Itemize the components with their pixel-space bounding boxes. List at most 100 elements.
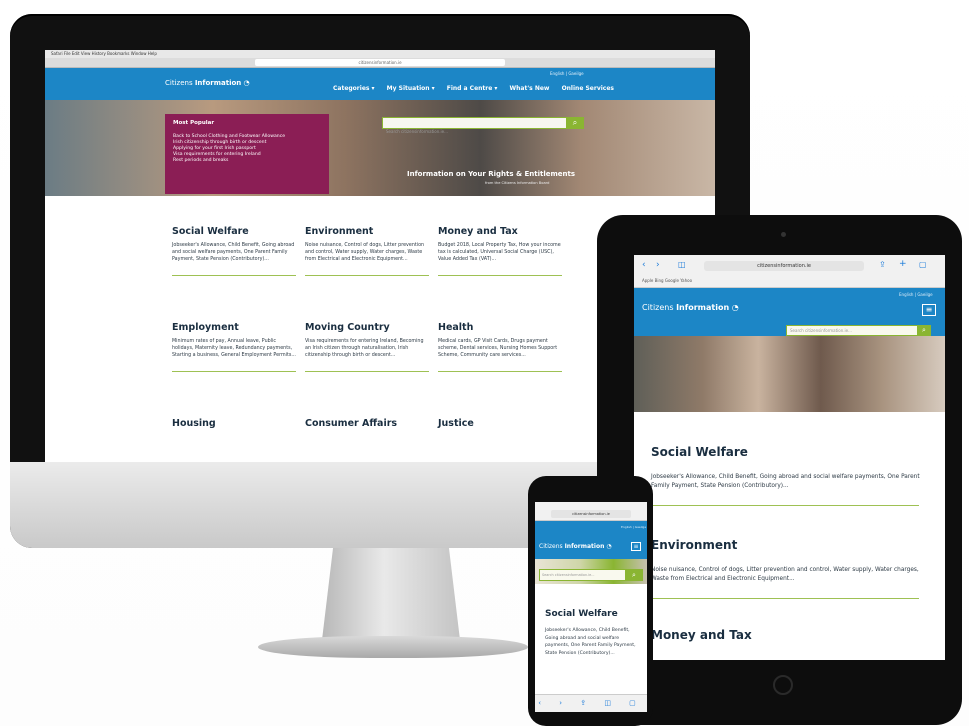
nav-categories[interactable]: Categories ▾ — [333, 85, 375, 92]
bookmarks-icon[interactable]: ◫ — [678, 260, 686, 269]
hero-banner — [45, 100, 715, 196]
category-divider — [172, 275, 296, 277]
category-card[interactable]: Money and Tax Budget 2018, Local Propert… — [438, 226, 562, 277]
address-bar[interactable]: citizensinformation.ie — [704, 261, 864, 271]
back-icon[interactable]: ‹ — [642, 260, 646, 270]
category-title: Money and Tax — [438, 226, 518, 237]
tablet-screen: ‹ › ◫ citizensinformation.ie ⇪ + ▢ Apple… — [634, 255, 945, 660]
menu-icon[interactable]: ≡ — [922, 304, 936, 316]
category-divider — [651, 505, 919, 506]
new-tab-icon[interactable]: + — [899, 259, 907, 269]
nav-my-situation[interactable]: My Situation ▾ — [387, 85, 435, 92]
category-card[interactable]: Environment Noise nuisance, Control of d… — [305, 226, 429, 277]
search-icon: ⌕ — [632, 571, 636, 579]
category-summary: Noise nuisance, Control of dogs, Litter … — [651, 567, 919, 582]
favorites-bar[interactable]: Apple Bing Google Yahoo — [642, 278, 692, 283]
site-logo[interactable]: Citizens Information ◔ — [165, 79, 250, 87]
site-logo[interactable]: Citizens Information ◔ — [539, 543, 612, 550]
nav-find-a-centre[interactable]: Find a Centre ▾ — [447, 85, 498, 92]
mac-menubar: Safari File Edit View History Bookmarks … — [45, 50, 715, 58]
category-card[interactable]: Moving Country Visa requirements for ent… — [305, 322, 429, 373]
category-title: Social Welfare — [545, 609, 618, 619]
category-summary: Jobseeker's Allowance, Child Benefit, Go… — [651, 474, 920, 489]
search-button[interactable]: ⌕ — [917, 325, 931, 336]
category-card[interactable]: Social Welfare Jobseeker's Allowance, Ch… — [545, 609, 641, 657]
category-card[interactable]: Social Welfare Jobseeker's Allowance, Ch… — [651, 445, 931, 506]
category-card[interactable]: Housing — [172, 418, 296, 435]
category-card[interactable]: Justice — [438, 418, 562, 435]
hero-tagline: Information on Your Rights & Entitlement… — [407, 170, 576, 178]
category-title: Consumer Affairs — [305, 418, 398, 429]
category-card[interactable]: Social Welfare Jobseeker's Allowance, Ch… — [172, 226, 296, 277]
category-title: Health — [438, 322, 474, 333]
logo-ring-icon: ◔ — [731, 303, 739, 312]
category-summary: Medical cards, GP Visit Cards, Drugs pay… — [438, 339, 558, 358]
logo-ring-icon: ◔ — [606, 543, 612, 550]
category-summary: Minimum rates of pay, Annual leave, Publ… — [172, 339, 296, 358]
category-divider — [438, 275, 562, 277]
ipad-camera — [781, 232, 786, 237]
category-summary: Jobseeker's Allowance, Child Benefit, Go… — [545, 628, 636, 656]
category-divider — [172, 371, 296, 373]
category-title: Money and Tax — [651, 628, 752, 642]
phone-browser-bar: citizensinformation.ie — [535, 502, 647, 521]
category-divider — [651, 598, 919, 599]
language-switch[interactable]: English | Gaeilge — [621, 525, 646, 529]
search-button[interactable]: ⌕ — [566, 117, 584, 129]
category-title: Justice — [438, 418, 474, 429]
tablet-browser-bar: ‹ › ◫ citizensinformation.ie ⇪ + ▢ Apple… — [634, 255, 945, 288]
category-summary: Jobseeker's Allowance, Child Benefit, Go… — [172, 243, 295, 262]
search-icon: ⌕ — [922, 326, 926, 334]
tabs-icon[interactable]: ▢ — [919, 260, 927, 269]
category-summary: Budget 2018, Local Property Tax, How you… — [438, 243, 561, 262]
popular-link[interactable]: Rest periods and breaks — [173, 158, 321, 164]
hero-subtagline: from the Citizens Information Board — [485, 181, 550, 185]
search-input[interactable]: Search citizensinformation.ie... — [786, 325, 929, 336]
phone-screen: citizensinformation.ie English | Gaeilge… — [535, 502, 647, 712]
search-input[interactable]: Search citizensinformation.ie... — [382, 117, 584, 134]
category-summary: Noise nuisance, Control of dogs, Litter … — [305, 243, 425, 262]
imac-stand — [322, 548, 460, 640]
category-title: Housing — [172, 418, 216, 429]
category-card[interactable]: Money and Tax — [651, 628, 931, 656]
category-title: Moving Country — [305, 322, 390, 333]
logo-ring-icon: ◔ — [243, 79, 250, 87]
ipad-home-button[interactable] — [773, 675, 793, 695]
category-card[interactable]: Environment Noise nuisance, Control of d… — [651, 538, 931, 599]
category-title: Environment — [305, 226, 374, 237]
hero-banner — [634, 336, 945, 412]
imac-stand-base — [258, 636, 528, 658]
browser-toolbar: citizensinformation.ie — [45, 58, 715, 68]
site-logo[interactable]: Citizens Information ◔ — [642, 303, 739, 312]
phone-browser-toolbar[interactable]: ‹ › ⇪ ◫ ▢ — [535, 694, 647, 712]
phone-site-header: English | Gaeilge Citizens Information ◔… — [535, 521, 647, 559]
most-popular-title: Most Popular — [173, 120, 215, 126]
search-input[interactable]: Search citizensinformation.ie... — [539, 569, 627, 581]
share-icon[interactable]: ⇪ — [879, 260, 886, 269]
category-card[interactable]: Consumer Affairs — [305, 418, 429, 435]
main-nav: Categories ▾ My Situation ▾ Find a Centr… — [333, 85, 624, 92]
category-title: Social Welfare — [651, 445, 748, 459]
address-bar[interactable]: citizensinformation.ie — [551, 510, 631, 518]
category-title: Employment — [172, 322, 239, 333]
category-divider — [305, 371, 429, 373]
category-title: Environment — [651, 538, 738, 552]
search-button[interactable]: ⌕ — [625, 569, 643, 581]
menu-icon[interactable]: ≡ — [631, 542, 641, 551]
category-summary: Visa requirements for entering Ireland, … — [305, 339, 424, 358]
category-divider — [438, 371, 562, 373]
nav-online-services[interactable]: Online Services — [562, 85, 614, 92]
most-popular-panel: Most Popular Back to School Clothing and… — [165, 114, 329, 194]
category-card[interactable]: Employment Minimum rates of pay, Annual … — [172, 322, 296, 373]
search-icon: ⌕ — [572, 118, 578, 127]
address-bar[interactable]: citizensinformation.ie — [255, 59, 505, 66]
category-card[interactable]: Health Medical cards, GP Visit Cards, Dr… — [438, 322, 562, 373]
nav-whats-new[interactable]: What's New — [510, 85, 550, 92]
site-header: English | Gaeilge Citizens Information ◔… — [45, 68, 715, 100]
category-divider — [305, 275, 429, 277]
language-switch[interactable]: English | Gaeilge — [899, 292, 933, 297]
forward-icon[interactable]: › — [656, 260, 660, 270]
category-title: Social Welfare — [172, 226, 249, 237]
language-switch[interactable]: English | Gaeilge — [550, 71, 584, 76]
device-mockup-stage: Safari File Edit View History Bookmarks … — [0, 0, 969, 726]
